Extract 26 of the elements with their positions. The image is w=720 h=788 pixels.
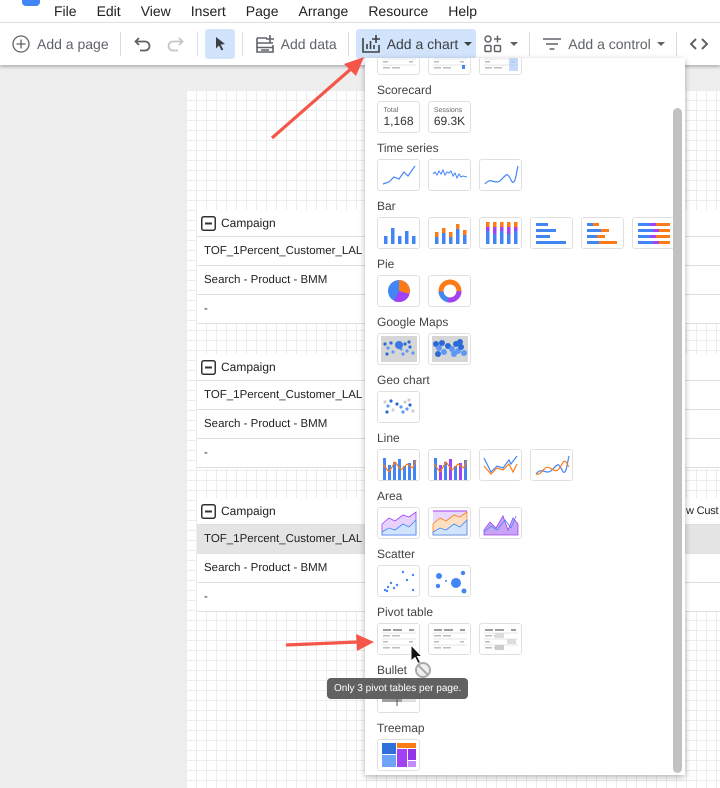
section-title: Line xyxy=(377,431,401,445)
section-title: Time series xyxy=(377,141,440,155)
table-cell: TOF_1Percent_Customer_LAL xyxy=(204,245,362,257)
section-title: Treemap xyxy=(377,721,426,735)
section-title: Pie xyxy=(377,257,396,271)
column-header: Campaign xyxy=(221,216,276,230)
column-header: w Cust xyxy=(686,505,718,517)
column-header: Campaign xyxy=(221,504,276,518)
section-title: Scorecard xyxy=(377,83,433,97)
section-title: Bullet xyxy=(377,663,408,677)
table-cell: - xyxy=(204,303,208,315)
table-cell: - xyxy=(204,591,208,603)
section-title: Scatter xyxy=(377,547,416,561)
section-title: Geo chart xyxy=(377,373,431,387)
section-title: Pivot table xyxy=(377,605,434,619)
section-title: Google Maps xyxy=(377,315,450,329)
column-header: Campaign xyxy=(221,360,276,374)
table-cell: TOF_1Percent_Customer_LAL xyxy=(204,533,362,545)
table-cell: Search - Product - BMM xyxy=(204,562,328,574)
section-title: Bar xyxy=(377,199,397,213)
table-cell: Search - Product - BMM xyxy=(204,418,328,430)
table-cell: TOF_1Percent_Customer_LAL xyxy=(204,389,362,401)
table-cell: Search - Product - BMM xyxy=(204,274,328,286)
table-cell: - xyxy=(204,447,208,459)
tooltip: Only 3 pivot tables per page. xyxy=(327,678,468,699)
section-title: Area xyxy=(377,489,404,503)
